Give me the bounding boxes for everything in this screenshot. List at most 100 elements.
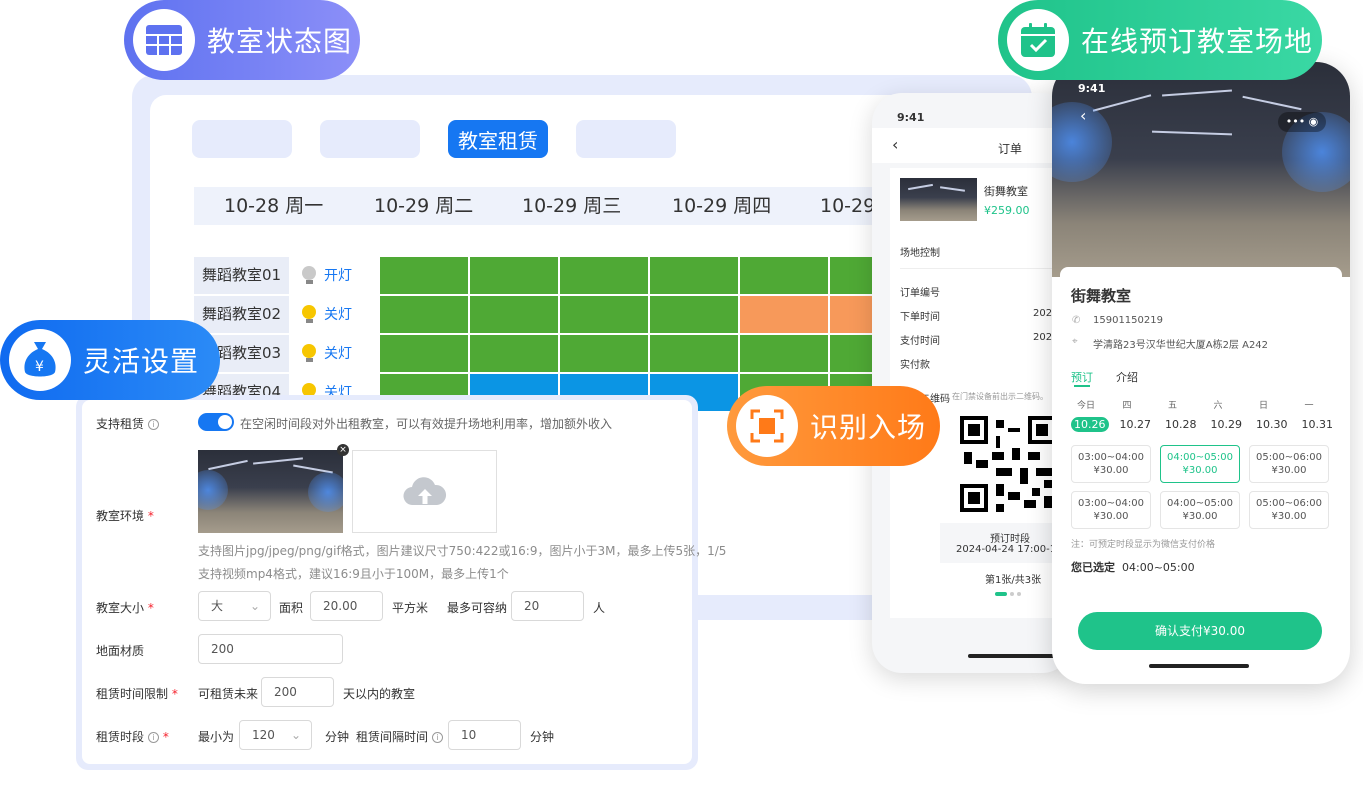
min-duration-select[interactable]: 120 ⌄ <box>239 720 312 750</box>
home-indicator <box>1149 664 1249 668</box>
time-slot[interactable]: 05:00~06:00 ¥30.00 <box>1249 491 1329 529</box>
classroom-status-pill: 教室状态图 <box>124 0 360 80</box>
tab-book[interactable]: 预订 <box>1071 369 1093 385</box>
tab-intro[interactable]: 介绍 <box>1116 369 1138 385</box>
min-unit: 分钟 <box>325 730 350 744</box>
floor-label: 地面材质 <box>96 644 145 658</box>
pay-time-value: 202 <box>1033 332 1053 343</box>
tab-classroom-rental[interactable]: 教室租赁 <box>448 120 548 158</box>
table-icon <box>133 9 195 71</box>
area-unit: 平方米 <box>392 601 429 615</box>
qr-code <box>960 416 1056 512</box>
venue-phone[interactable]: 15901150219 <box>1093 315 1163 326</box>
size-select[interactable]: 大 ⌄ <box>198 591 271 621</box>
schedule-cell-orange[interactable] <box>740 296 828 333</box>
schedule-cell-green[interactable] <box>740 257 828 294</box>
schedule-cell-green[interactable] <box>380 257 468 294</box>
bulb-icon <box>302 266 316 284</box>
flexible-settings-pill: ¥ 灵活设置 <box>0 320 220 400</box>
chevron-down-icon: ⌄ <box>290 728 301 742</box>
booked-period-value: 2024-04-24 17:00-18: <box>956 544 1066 555</box>
order-no-label: 订单编号 <box>900 288 940 299</box>
selected-label: 您已选定 04:00~05:00 <box>1071 561 1195 574</box>
upload-box[interactable] <box>352 450 497 533</box>
interval-unit: 分钟 <box>530 730 555 744</box>
status-time: 9:41 <box>1078 82 1106 95</box>
svg-text:¥: ¥ <box>35 359 45 375</box>
info-icon: i <box>148 419 160 430</box>
day-date[interactable]: 10.27 <box>1117 417 1155 432</box>
online-booking-pill: 在线预订教室场地 <box>998 0 1322 80</box>
support-rent-hint: 在空闲时间段对外出租教室，可以有效提升场地利用率，增加额外收入 <box>240 417 613 431</box>
slot-time: 04:00~05:00 <box>1166 498 1233 509</box>
slot-time: 03:00~04:00 <box>1077 498 1144 509</box>
day-date[interactable]: 10.26 <box>1071 417 1109 432</box>
order-phone: 9:41 ‹ 订单 街舞教室 ¥259.00 场地控制 订单编号 下单时间 20… <box>872 93 1072 673</box>
schedule-cell-green[interactable] <box>650 296 738 333</box>
time-slot[interactable]: 03:00~04:00 ¥30.00 <box>1071 491 1151 529</box>
light-toggle[interactable]: 关灯 <box>302 304 352 324</box>
schedule-cell-green[interactable] <box>560 257 648 294</box>
schedule-cell-green[interactable] <box>380 335 468 372</box>
rent-limit-label: 租赁时间限制 * <box>96 687 178 701</box>
chevron-down-icon: ⌄ <box>249 599 260 613</box>
time-slot[interactable]: 04:00~05:00 ¥30.00 <box>1160 491 1240 529</box>
schedule-cell-green[interactable] <box>380 296 468 333</box>
schedule-cell-green[interactable] <box>560 335 648 372</box>
floor-input[interactable]: 200 <box>198 634 343 664</box>
back-arrow-icon[interactable]: ‹ <box>892 135 898 154</box>
light-toggle[interactable]: 开灯 <box>302 265 352 285</box>
date-header: 10-29 周四 <box>672 195 772 217</box>
day-date[interactable]: 10.29 <box>1208 417 1246 432</box>
schedule-cell-green[interactable] <box>470 257 558 294</box>
booking-phone: 9:41 ••• ◉ ‹ 街舞教室 ✆ 15901150219 ⌖ 学清路23号… <box>1052 62 1350 684</box>
tab-2[interactable] <box>320 120 420 158</box>
upload-hint-image: 支持图片jpg/jpeg/png/gif格式，图片建议尺寸750:422或16:… <box>198 544 727 558</box>
room-name: 舞蹈教室02 <box>194 296 289 333</box>
venue-address[interactable]: 学清路23号汉华世纪大厦A栋2层 A242 <box>1093 336 1268 351</box>
pay-time-label: 支付时间 <box>900 336 940 347</box>
day-date[interactable]: 10.31 <box>1299 417 1337 432</box>
back-arrow-icon[interactable]: ‹ <box>1080 106 1086 125</box>
day-date[interactable]: 10.30 <box>1253 417 1291 432</box>
area-input[interactable]: 20.00 <box>310 591 383 621</box>
day-weekday: 六 <box>1213 401 1223 411</box>
tab-1[interactable] <box>192 120 292 158</box>
remove-photo-icon[interactable]: × <box>337 444 349 456</box>
schedule-cell-green[interactable] <box>560 296 648 333</box>
capacity-unit: 人 <box>593 601 606 615</box>
slot-price: ¥30.00 <box>1271 465 1307 476</box>
info-icon: i <box>432 732 444 743</box>
interval-input[interactable]: 10 <box>448 720 521 750</box>
tab-4[interactable] <box>576 120 676 158</box>
cloud-upload-icon <box>402 476 446 505</box>
upload-hint-video: 支持视频mp4格式，建议16:9且小于100M，最多上传1个 <box>198 567 509 581</box>
time-slot[interactable]: 04:00~05:00 ¥30.00 <box>1160 445 1240 483</box>
miniapp-capsule[interactable]: ••• ◉ <box>1278 112 1326 132</box>
schedule-cell-green[interactable] <box>470 335 558 372</box>
capacity-input[interactable]: 20 <box>511 591 584 621</box>
capacity-label: 最多可容纳 <box>447 601 508 615</box>
schedule-cell-green[interactable] <box>470 296 558 333</box>
location-icon: ⌖ <box>1072 336 1078 347</box>
schedule-cell-green[interactable] <box>740 335 828 372</box>
support-rent-toggle[interactable] <box>198 413 234 431</box>
day-date[interactable]: 10.28 <box>1162 417 1200 432</box>
classroom-photo[interactable] <box>198 450 343 533</box>
confirm-pay-button[interactable]: 确认支付¥30.00 <box>1078 612 1322 650</box>
schedule-cell-green[interactable] <box>650 257 738 294</box>
schedule-cell-green[interactable] <box>650 335 738 372</box>
slot-price: ¥30.00 <box>1182 465 1218 476</box>
time-slot[interactable]: 05:00~06:00 ¥30.00 <box>1249 445 1329 483</box>
qr-page-indicator: 第1张/共3张 <box>985 575 1042 586</box>
info-icon: i <box>148 732 160 743</box>
time-slot[interactable]: 03:00~04:00 ¥30.00 <box>1071 445 1151 483</box>
support-rent-label: 支持租赁 i <box>96 415 160 432</box>
venue-info-card: 街舞教室 ✆ 15901150219 ⌖ 学清路23号汉华世纪大厦A栋2层 A2… <box>1060 267 1342 607</box>
slot-price: ¥30.00 <box>1093 511 1129 522</box>
phone-icon: ✆ <box>1072 315 1081 326</box>
venue-control[interactable]: 场地控制 <box>900 244 940 259</box>
light-toggle[interactable]: 关灯 <box>302 343 352 363</box>
rent-limit-input[interactable]: 200 <box>261 677 334 707</box>
scan-icon <box>736 395 798 457</box>
